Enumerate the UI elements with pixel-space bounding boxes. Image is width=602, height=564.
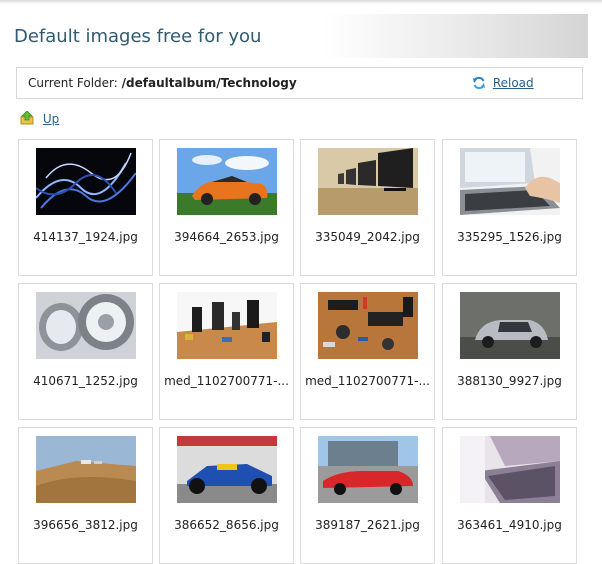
image-tile[interactable]: 388130_9927.jpg bbox=[442, 283, 577, 420]
image-tile[interactable]: 335295_1526.jpg bbox=[442, 139, 577, 276]
image-caption: med_1102700771-... bbox=[305, 374, 430, 388]
image-caption: 386652_8656.jpg bbox=[174, 518, 279, 532]
image-tile[interactable]: 335049_2042.jpg bbox=[300, 139, 435, 276]
image-tile[interactable]: 386652_8656.jpg bbox=[159, 427, 294, 564]
circuit-board-thumbnail[interactable] bbox=[318, 292, 418, 359]
current-folder: Current Folder: /defaultalbum/Technology bbox=[28, 76, 297, 90]
image-tile[interactable]: med_1102700771-... bbox=[300, 283, 435, 420]
formula-one-car-thumbnail[interactable] bbox=[177, 436, 277, 503]
image-caption: 410671_1252.jpg bbox=[33, 374, 138, 388]
image-tile[interactable]: 363461_4910.jpg bbox=[442, 427, 577, 564]
image-tile[interactable]: 414137_1924.jpg bbox=[18, 139, 153, 276]
top-border bbox=[0, 0, 602, 4]
reload-label: Reload bbox=[492, 76, 534, 90]
image-tile[interactable]: 389187_2621.jpg bbox=[300, 427, 435, 564]
image-caption: 335049_2042.jpg bbox=[315, 230, 420, 244]
image-tile[interactable]: 396656_3812.jpg bbox=[18, 427, 153, 564]
reload-link[interactable]: Reload bbox=[472, 76, 534, 90]
current-folder-label: Current Folder: bbox=[28, 76, 118, 90]
silver-car-thumbnail[interactable] bbox=[460, 292, 560, 359]
image-caption: 396656_3812.jpg bbox=[33, 518, 138, 532]
laptop-keyboard-thumbnail[interactable] bbox=[460, 436, 560, 503]
red-classic-car-thumbnail[interactable] bbox=[318, 436, 418, 503]
page-title: Default images free for you bbox=[14, 26, 262, 47]
image-tile[interactable]: 410671_1252.jpg bbox=[18, 283, 153, 420]
image-caption: 335295_1526.jpg bbox=[457, 230, 562, 244]
orange-sports-car-thumbnail[interactable] bbox=[177, 148, 277, 215]
circuit-board-thumbnail[interactable] bbox=[177, 292, 277, 359]
current-folder-path: /defaultalbum/Technology bbox=[121, 76, 297, 90]
reload-icon bbox=[472, 76, 490, 90]
light-trails-thumbnail[interactable] bbox=[36, 148, 136, 215]
up-link[interactable]: Up bbox=[20, 110, 60, 126]
row-of-monitors-thumbnail[interactable] bbox=[318, 148, 418, 215]
image-tile[interactable]: 394664_2653.jpg bbox=[159, 139, 294, 276]
image-caption: 388130_9927.jpg bbox=[457, 374, 562, 388]
image-caption: 363461_4910.jpg bbox=[457, 518, 562, 532]
page-header: Default images free for you bbox=[0, 14, 588, 58]
image-caption: 389187_2621.jpg bbox=[315, 518, 420, 532]
desert-dunes-thumbnail[interactable] bbox=[36, 436, 136, 503]
current-folder-bar: Current Folder: /defaultalbum/Technology… bbox=[16, 67, 583, 99]
car-headlights-thumbnail[interactable] bbox=[36, 292, 136, 359]
folder-up-icon bbox=[20, 110, 38, 126]
image-tile[interactable]: med_1102700771-... bbox=[159, 283, 294, 420]
up-label: Up bbox=[42, 112, 60, 126]
image-caption: 394664_2653.jpg bbox=[174, 230, 279, 244]
laptop-typing-thumbnail[interactable] bbox=[460, 148, 560, 215]
image-caption: med_1102700771-... bbox=[164, 374, 289, 388]
image-caption: 414137_1924.jpg bbox=[33, 230, 138, 244]
